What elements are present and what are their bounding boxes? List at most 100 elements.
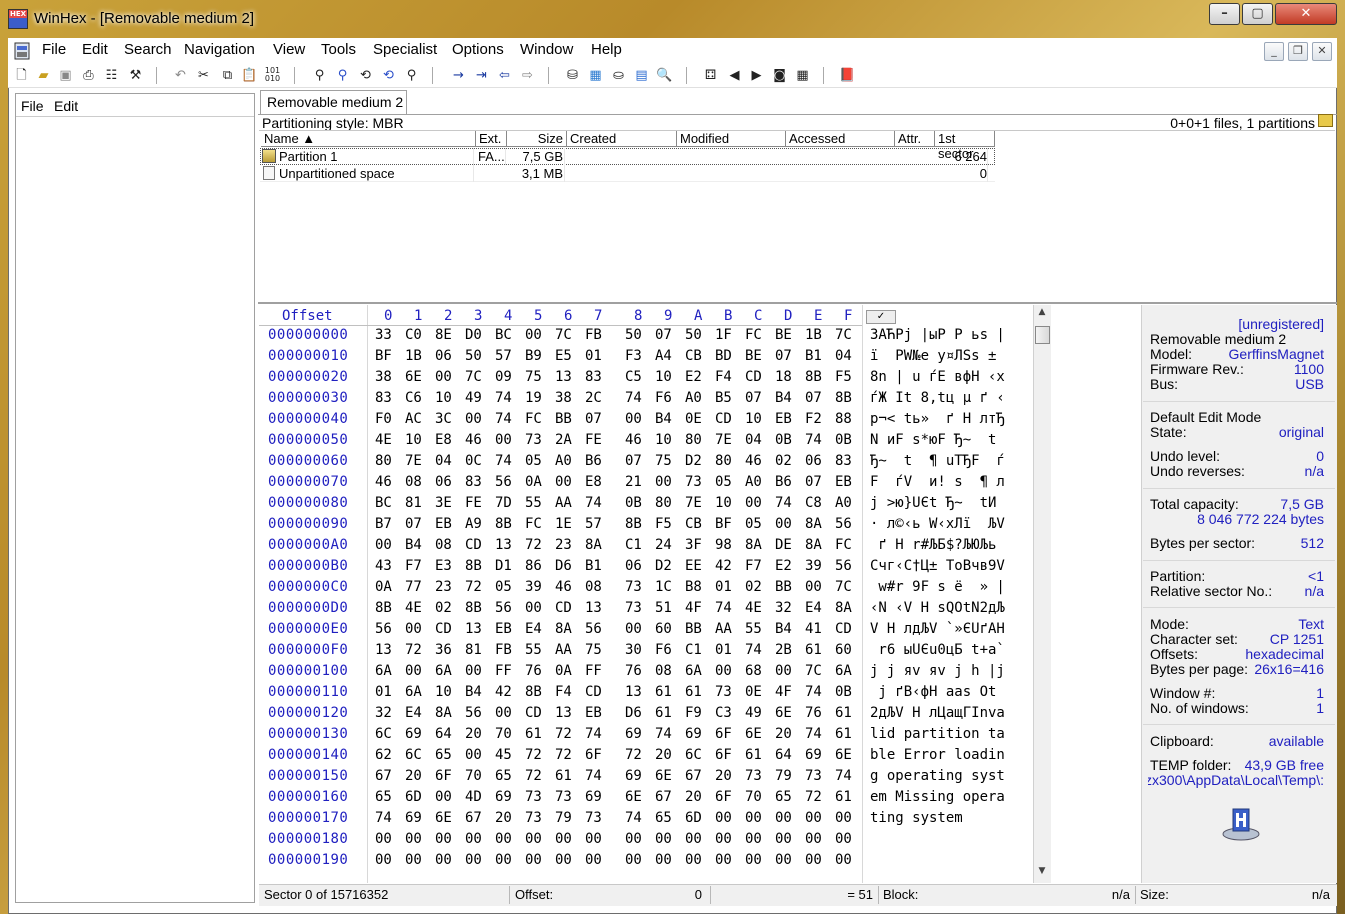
hex-byte[interactable]: 04 [745, 432, 762, 448]
hex-byte[interactable]: 75 [525, 369, 542, 385]
hex-byte[interactable]: 64 [775, 747, 792, 763]
hex-byte[interactable]: 10 [655, 369, 672, 385]
ram-editor-icon[interactable]: ▦ [587, 67, 604, 84]
hex-byte[interactable]: 00 [525, 852, 542, 868]
hex-byte[interactable]: D6 [625, 705, 642, 721]
winhex-app-icon[interactable]: HEX [8, 9, 28, 29]
hex-byte[interactable]: AA [555, 495, 572, 511]
hex-byte[interactable]: 7E [405, 453, 422, 469]
scroll-down-arrow-icon[interactable]: ▼ [1034, 866, 1050, 880]
hex-byte[interactable]: 74 [745, 642, 762, 658]
hex-byte[interactable]: C0 [405, 327, 422, 343]
hex-byte[interactable]: 61 [835, 726, 852, 742]
hex-byte[interactable]: 8E [435, 327, 452, 343]
hex-byte[interactable]: 00 [625, 621, 642, 637]
menu-tools[interactable]: Tools [321, 41, 356, 58]
scroll-up-arrow-icon[interactable]: ▲ [1034, 307, 1050, 321]
hex-text-row[interactable]: ѓЖ It 8,tц µ ґ ‹ [870, 390, 1030, 406]
hex-byte[interactable]: 6C [685, 747, 702, 763]
hex-byte[interactable]: B8 [685, 579, 702, 595]
hex-byte[interactable]: 86 [525, 558, 542, 574]
menu-file[interactable]: File [42, 41, 66, 58]
hex-byte[interactable]: 00 [805, 831, 822, 847]
hex-byte[interactable]: 24 [655, 537, 672, 553]
hex-byte[interactable]: 0B [835, 432, 852, 448]
hex-byte[interactable]: 3F [685, 537, 702, 553]
hex-text-row[interactable]: Ђ~ t ¶ uТЂF ѓ [870, 453, 1030, 469]
hex-byte[interactable]: 45 [495, 747, 512, 763]
help-book-icon[interactable]: 📕 [839, 67, 856, 84]
hex-byte[interactable]: 50 [685, 327, 702, 343]
hex-byte[interactable]: 01 [715, 642, 732, 658]
menu-window[interactable]: Window [520, 41, 573, 58]
hex-byte[interactable]: 00 [555, 831, 572, 847]
hex-byte[interactable]: 43 [375, 558, 392, 574]
hex-byte[interactable]: 0B [835, 684, 852, 700]
hex-byte[interactable]: CD [835, 621, 852, 637]
hex-byte[interactable]: 67 [375, 768, 392, 784]
hex-byte[interactable]: FC [835, 537, 852, 553]
hex-byte[interactable]: 65 [775, 789, 792, 805]
mdi-minimize-button[interactable]: _ [1264, 42, 1284, 61]
hex-byte[interactable]: 00 [805, 810, 822, 826]
hex-byte[interactable]: 07 [805, 390, 822, 406]
hex-byte[interactable]: 55 [745, 621, 762, 637]
find-text-icon[interactable]: ⚲ [311, 67, 328, 84]
hex-byte[interactable]: 74 [495, 411, 512, 427]
hex-byte[interactable]: 6A [375, 663, 392, 679]
hex-byte[interactable]: 73 [715, 684, 732, 700]
maximize-button[interactable]: ▢ [1242, 3, 1273, 25]
hex-byte[interactable]: 75 [655, 453, 672, 469]
hex-byte[interactable]: 61 [655, 684, 672, 700]
hex-byte[interactable]: C1 [625, 537, 642, 553]
hex-byte[interactable]: A0 [835, 495, 852, 511]
hex-byte[interactable]: 2C [585, 390, 602, 406]
hex-byte[interactable]: 07 [745, 390, 762, 406]
hex-byte[interactable]: 73 [525, 432, 542, 448]
hex-byte[interactable]: F5 [655, 516, 672, 532]
hex-byte[interactable]: 21 [625, 474, 642, 490]
hex-byte[interactable]: 88 [835, 411, 852, 427]
hex-byte[interactable]: BE [775, 327, 792, 343]
hex-byte[interactable]: 72 [555, 726, 572, 742]
hex-byte[interactable]: 00 [655, 831, 672, 847]
column-header-first-sector[interactable]: 1st sector [935, 131, 995, 161]
hex-byte[interactable]: 20 [685, 789, 702, 805]
forward-icon[interactable]: ⇨ [519, 67, 536, 84]
hex-byte[interactable]: 8B [495, 516, 512, 532]
mdi-close-button[interactable]: ✕ [1312, 42, 1332, 61]
hex-byte[interactable]: 00 [525, 327, 542, 343]
hex-byte[interactable]: 69 [405, 726, 422, 742]
hex-byte[interactable]: 0B [775, 432, 792, 448]
hex-byte[interactable]: 6C [405, 747, 422, 763]
close-button[interactable]: ✕ [1275, 3, 1337, 25]
hex-byte[interactable]: F9 [685, 705, 702, 721]
hex-byte[interactable]: 46 [555, 579, 572, 595]
hex-text-row[interactable]: ј >ю}UЄt Ђ~ tИ [870, 495, 1030, 511]
hex-byte[interactable]: 00 [775, 831, 792, 847]
hex-byte[interactable]: 62 [375, 747, 392, 763]
hex-byte[interactable]: 56 [585, 621, 602, 637]
hex-byte[interactable]: 0C [465, 453, 482, 469]
hex-byte[interactable]: 00 [835, 810, 852, 826]
pane-splitter[interactable] [258, 302, 1337, 304]
hex-byte[interactable]: BB [775, 579, 792, 595]
hex-byte[interactable]: 32 [375, 705, 392, 721]
hex-byte[interactable]: 18 [775, 369, 792, 385]
table-icon[interactable]: ▦ [794, 67, 811, 84]
hex-byte[interactable]: BF [375, 348, 392, 364]
hex-byte[interactable]: 8A [805, 537, 822, 553]
hex-byte[interactable]: 01 [585, 348, 602, 364]
column-header-created[interactable]: Created [567, 131, 677, 147]
hex-text-row[interactable]: 8n | u ѓЕ вфН ‹х [870, 369, 1030, 385]
hex-byte[interactable]: 06 [625, 558, 642, 574]
hex-byte[interactable]: 07 [655, 327, 672, 343]
hex-byte[interactable]: 69 [625, 726, 642, 742]
hex-byte[interactable]: 00 [435, 852, 452, 868]
hex-text-row[interactable]: em Missing opera [870, 789, 1030, 805]
menu-specialist[interactable]: Specialist [373, 41, 437, 58]
hex-byte[interactable]: 73 [805, 768, 822, 784]
calculator-icon[interactable]: ▤ [633, 67, 650, 84]
hex-text-row[interactable]: 2дЉV Н лЦaщГInva [870, 705, 1030, 721]
hex-byte[interactable]: 57 [585, 516, 602, 532]
